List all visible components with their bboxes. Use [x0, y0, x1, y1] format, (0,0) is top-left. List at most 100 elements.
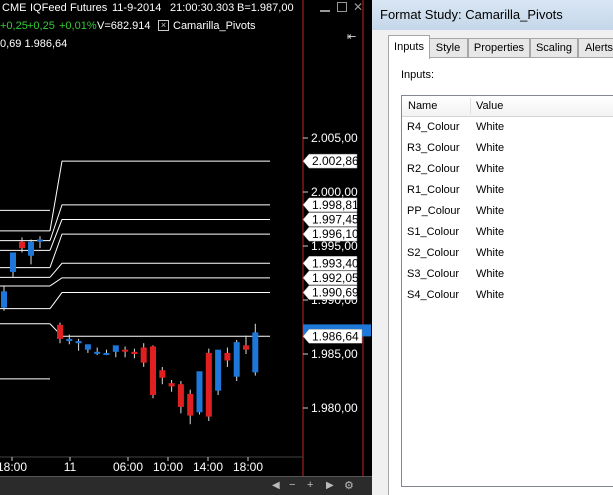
list-item[interactable]: S3_Colour White: [402, 264, 613, 285]
inputs-list[interactable]: Name Value R4_Colour White R3_Colour White…: [401, 95, 613, 487]
list-item[interactable]: R2_Colour White: [402, 159, 613, 180]
study-name-label[interactable]: Camarilla_Pivots: [173, 20, 256, 32]
settings-icon[interactable]: ⚙: [344, 479, 354, 492]
candle-body: [10, 252, 16, 272]
input-value[interactable]: White: [476, 247, 504, 259]
input-name: S4_Colour: [407, 289, 459, 301]
input-value[interactable]: White: [476, 226, 504, 238]
exchange-label: CME: [2, 2, 27, 14]
input-value[interactable]: White: [476, 184, 504, 196]
column-header-value[interactable]: Value: [476, 100, 503, 112]
list-item[interactable]: S1_Colour White: [402, 222, 613, 243]
price-tick-label: 1.980,00: [311, 401, 358, 415]
last-price-label: 1.986,64: [312, 329, 359, 343]
maximize-icon[interactable]: [337, 2, 347, 12]
chart-bottom-toolbar: ◀ − + ▶ ⚙: [0, 476, 372, 495]
pivot-label-text: 1.996,10: [312, 227, 359, 241]
input-name: R1_Colour: [407, 184, 460, 196]
pivot-label-text: 1.993,40: [312, 256, 359, 270]
tab-properties[interactable]: Properties: [468, 38, 530, 58]
candle-body: [84, 344, 91, 350]
change-abs-label-2: +0,25: [27, 20, 55, 32]
time-tick-label: 10:00: [153, 460, 183, 474]
pivot-label-text: 2.002,86: [312, 154, 359, 168]
candle-body: [196, 371, 203, 413]
list-header: Name Value: [402, 96, 613, 117]
price-tick-label: 1.985,00: [311, 347, 358, 361]
candle-body: [233, 342, 240, 377]
study-data-values: 0,69 1.986,64: [0, 38, 68, 50]
candle-body: [1, 291, 7, 308]
dialog-titlebar[interactable]: Format Study: Camarilla_Pivots: [372, 0, 613, 31]
candle-body: [112, 345, 119, 352]
input-value[interactable]: White: [476, 121, 504, 133]
tab-inputs[interactable]: Inputs: [388, 35, 430, 59]
dialog-title: Format Study: Camarilla_Pivots: [380, 7, 563, 22]
instrument-type-label: Futures: [70, 2, 108, 14]
zoom-out-icon[interactable]: −: [289, 479, 295, 491]
chart-pane[interactable]: 2.005,00 2.000,00 1.995,00 1.990,00 1.985,00…: [0, 0, 372, 495]
candle-body: [131, 351, 138, 354]
input-value[interactable]: White: [476, 205, 504, 217]
list-item[interactable]: R1_Colour White: [402, 180, 613, 201]
minimize-icon[interactable]: [320, 2, 330, 12]
pivot-label-text: 1.992,05: [312, 271, 359, 285]
close-icon[interactable]: ✕: [353, 0, 363, 14]
candle-body: [103, 352, 110, 355]
candle-body: [37, 239, 43, 242]
inputs-label: Inputs:: [401, 69, 435, 81]
price-chart[interactable]: 2.005,002.000,001.995,001.990,001.985,00…: [0, 0, 372, 495]
inputs-tab-panel: Inputs: Name Value R4_Colour White R3_Col…: [388, 57, 613, 495]
volume-label: V=682.914: [97, 20, 151, 32]
candle-body: [243, 345, 249, 350]
input-value[interactable]: White: [476, 268, 504, 280]
time-tick-label: 14:00: [193, 460, 223, 474]
candle-body: [19, 241, 25, 249]
tab-alerts[interactable]: Alerts: [578, 38, 613, 58]
list-item[interactable]: R3_Colour White: [402, 138, 613, 159]
date-label: 11-9-2014: [112, 2, 162, 14]
feed-label: IQFeed: [30, 2, 67, 14]
time-tick-label: 06:00: [113, 460, 143, 474]
input-name: S1_Colour: [407, 226, 459, 238]
candle-body: [94, 351, 101, 354]
bid-label: B=1.987,00: [237, 2, 294, 14]
pivot-label-text: 1.990,69: [312, 286, 359, 300]
list-item[interactable]: S4_Colour White: [402, 285, 613, 306]
list-item[interactable]: R4_Colour White: [402, 117, 613, 138]
candle-body: [159, 370, 166, 378]
input-name: S3_Colour: [407, 268, 459, 280]
dialog-body: Inputs Style Properties Scaling Alerts I…: [372, 30, 613, 495]
candle-body: [177, 384, 184, 407]
scroll-right-icon[interactable]: ▶: [326, 480, 334, 491]
column-header-name[interactable]: Name: [408, 100, 437, 112]
input-value[interactable]: White: [476, 289, 504, 301]
input-name: R4_Colour: [407, 121, 460, 133]
input-name: PP_Colour: [407, 205, 461, 217]
candle-body: [75, 341, 82, 344]
candle-body: [57, 324, 63, 339]
column-divider[interactable]: [470, 98, 471, 114]
input-value[interactable]: White: [476, 142, 504, 154]
input-name: R3_Colour: [407, 142, 460, 154]
change-abs-label: +0,25: [0, 20, 28, 32]
scroll-left-icon[interactable]: ◀: [272, 480, 280, 491]
tab-scaling[interactable]: Scaling: [530, 38, 578, 58]
input-value[interactable]: White: [476, 163, 504, 175]
zoom-in-icon[interactable]: +: [307, 479, 313, 491]
change-pct-label: +0,01%: [59, 20, 97, 32]
list-item[interactable]: PP_Colour White: [402, 201, 613, 222]
remove-study-icon[interactable]: ×: [158, 20, 169, 31]
input-name: S2_Colour: [407, 247, 459, 259]
candle-body: [140, 347, 147, 363]
time-label: 21:00:30.303: [170, 2, 235, 14]
candle-body: [187, 393, 194, 416]
time-tick-label: 11: [64, 460, 77, 474]
price-tick-label: 2.005,00: [311, 131, 358, 145]
time-tick-label: 18:00: [233, 460, 263, 474]
tab-style[interactable]: Style: [428, 38, 468, 58]
list-item[interactable]: S2_Colour White: [402, 243, 613, 264]
pin-menu-icon[interactable]: ⇤: [347, 30, 356, 43]
candle-body: [252, 332, 259, 373]
format-study-dialog: Format Study: Camarilla_Pivots Inputs St…: [372, 0, 613, 495]
